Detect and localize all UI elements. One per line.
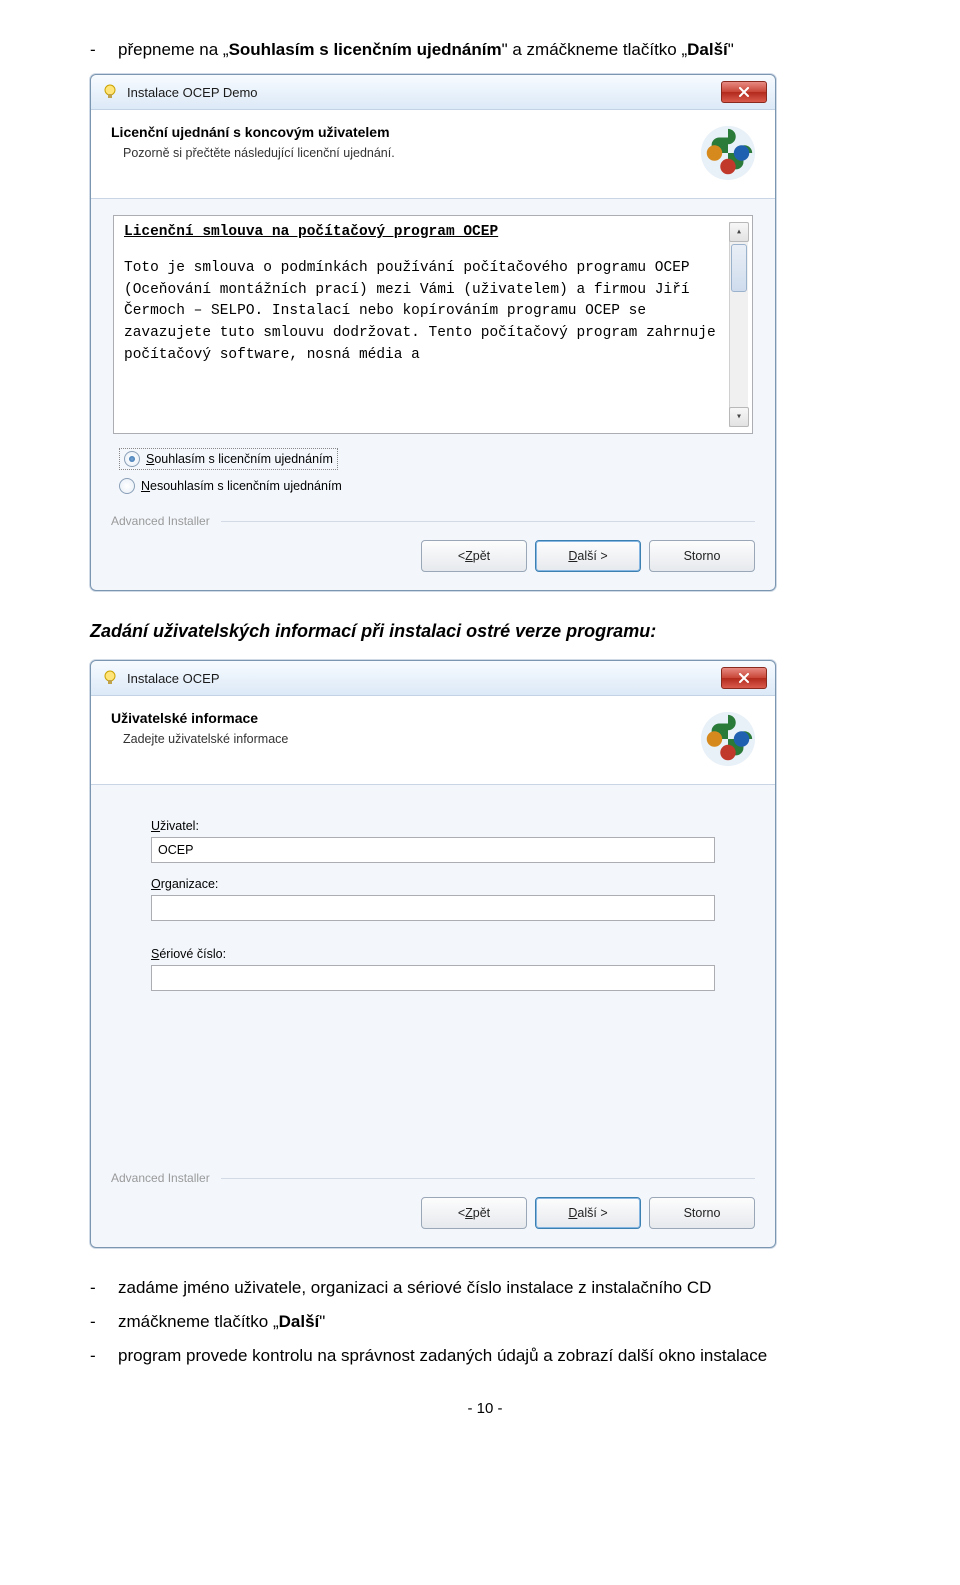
titlebar[interactable]: Instalace OCEP — [91, 661, 775, 696]
license-heading: Licenční smlouva na počítačový program O… — [124, 222, 729, 244]
puzzle-logo-icon — [699, 124, 757, 182]
bullet-text: zmáčkneme tlačítko „Další" — [118, 1312, 880, 1332]
next-button[interactable]: Další > — [535, 540, 641, 572]
close-button[interactable] — [721, 81, 767, 103]
lightbulb-icon — [101, 669, 119, 687]
advanced-installer-label: Advanced Installer — [111, 514, 755, 528]
titlebar[interactable]: Instalace OCEP Demo — [91, 75, 775, 110]
radio-disagree[interactable]: Nesouhlasím s licenčním ujednáním — [119, 478, 753, 494]
header-subtitle: Pozorně si přečtěte následující licenční… — [111, 146, 689, 160]
installer-window-userinfo: Instalace OCEP Uživatelské informace Zad… — [90, 660, 776, 1248]
header-title: Licenční ujednání s koncovým uživatelem — [111, 124, 689, 140]
bullet-dash: - — [90, 1312, 118, 1332]
serial-input[interactable] — [151, 965, 715, 991]
radio-icon[interactable] — [119, 478, 135, 494]
cancel-button[interactable]: Storno — [649, 540, 755, 572]
header-title: Uživatelské informace — [111, 710, 689, 726]
puzzle-logo-icon — [699, 710, 757, 768]
org-label: Organizace: — [151, 877, 715, 891]
back-button[interactable]: < Zpět — [421, 1197, 527, 1229]
section-heading: Zadání uživatelských informací při insta… — [90, 621, 880, 642]
license-body: Toto je smlouva o podmínkách používání p… — [124, 258, 729, 367]
serial-label: Sériové číslo: — [151, 947, 715, 961]
scroll-down-button[interactable]: ▾ — [729, 407, 749, 427]
installer-window-license: Instalace OCEP Demo Licenční ujednání s … — [90, 74, 776, 591]
bullet-text: přepneme na „Souhlasím s licenčním ujedn… — [118, 40, 880, 60]
bullet-text: program provede kontrolu na správnost za… — [118, 1346, 880, 1366]
bullet-text: zadáme jméno uživatele, organizaci a sér… — [118, 1278, 880, 1298]
back-button[interactable]: < Zpět — [421, 540, 527, 572]
lightbulb-icon — [101, 83, 119, 101]
bullet-dash: - — [90, 1278, 118, 1298]
page-number: - 10 - — [90, 1400, 880, 1417]
license-text-box[interactable]: Licenční smlouva na počítačový program O… — [113, 215, 753, 434]
cancel-button[interactable]: Storno — [649, 1197, 755, 1229]
radio-icon[interactable] — [124, 451, 140, 467]
radio-agree[interactable]: Souhlasím s licenčním ujednáním — [119, 448, 338, 470]
advanced-installer-label: Advanced Installer — [111, 1171, 755, 1185]
scroll-thumb[interactable] — [731, 244, 747, 292]
window-title: Instalace OCEP Demo — [127, 85, 721, 100]
close-button[interactable] — [721, 667, 767, 689]
bullet-dash: - — [90, 1346, 118, 1366]
user-label: Uživatel: — [151, 819, 715, 833]
next-button[interactable]: Další > — [535, 1197, 641, 1229]
scrollbar[interactable]: ▴ ▾ — [729, 222, 748, 427]
user-input[interactable] — [151, 837, 715, 863]
header-subtitle: Zadejte uživatelské informace — [111, 732, 689, 746]
org-input[interactable] — [151, 895, 715, 921]
window-title: Instalace OCEP — [127, 671, 721, 686]
bullet-dash: - — [90, 40, 118, 60]
scroll-up-button[interactable]: ▴ — [729, 222, 749, 242]
